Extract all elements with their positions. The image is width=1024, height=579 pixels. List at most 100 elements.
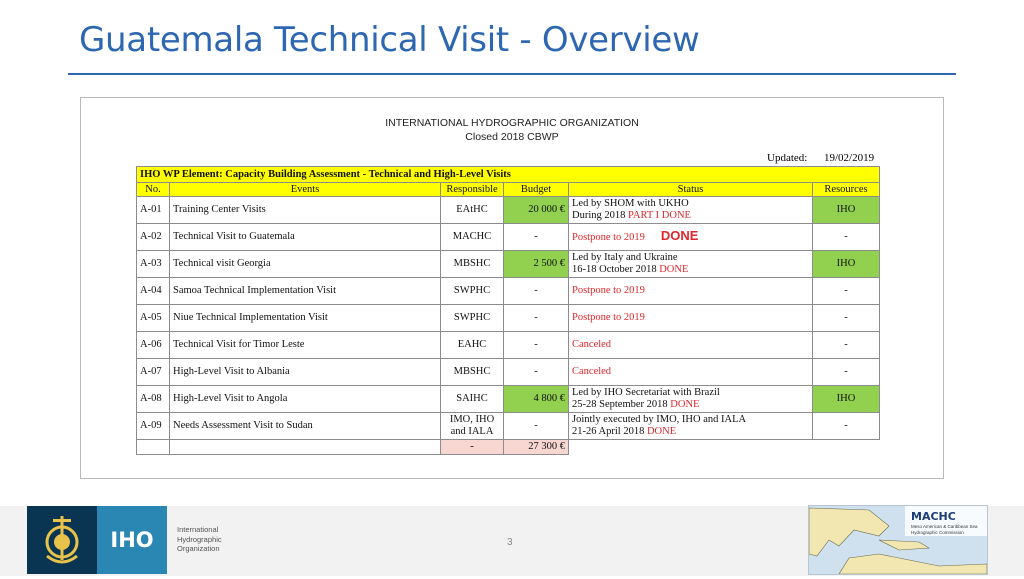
row-responsible: IMO, IHO and IALA [440,412,504,440]
row-no: A-09 [136,412,170,440]
status-text: 16-18 October 2018 [572,264,660,275]
machc-logo: MACHC Meso American & Caribbean Sea Hydr… [808,505,988,575]
iho-logo: IHO International Hydrographic Organizat… [27,506,240,574]
row-responsible: MBSHC [440,250,504,278]
responsible-line: and IALA [450,426,494,437]
status-done: DONE [646,426,677,437]
row-budget: - [503,331,569,359]
row-responsible: EAtHC [440,196,504,224]
status-done: DONE [659,264,689,275]
machc-label: MACHC [911,510,956,523]
row-budget: 20 000 € [503,196,569,224]
status-text: Postpone to 2019 [572,232,645,243]
row-event: Training Center Visits [169,196,441,224]
org-name: INTERNATIONAL HYDROGRAPHIC ORGANIZATION [385,117,639,129]
col-budget: Budget [503,182,569,197]
status-done: PART I DONE [628,210,691,221]
row-status: Postpone to 2019 [568,304,813,332]
done-stamp: DONE [660,228,699,243]
row-event: High-Level Visit to Angola [169,385,441,413]
row-resources: - [812,358,880,386]
status-line: 25-28 September 2018 DONE [572,399,809,411]
status-line: Led by Italy and Ukraine [572,252,678,263]
table-row: A-09 Needs Assessment Visit to Sudan IMO… [136,412,880,440]
col-resources: Resources [812,182,880,197]
row-no: A-05 [136,304,170,332]
table-row: A-06 Technical Visit for Timor Leste EAH… [136,331,880,359]
table-title-row: IHO WP Element: Capacity Building Assess… [136,166,880,183]
table-title: IHO WP Element: Capacity Building Assess… [136,166,880,183]
row-responsible: EAHC [440,331,504,359]
row-no: A-07 [136,358,170,386]
total-responsible: - [440,439,504,455]
machc-subtitle: Meso American & Caribbean Sea Hydrograph… [911,524,978,535]
row-event: Technical visit Georgia [169,250,441,278]
row-responsible: SWPHC [440,277,504,305]
row-responsible: SWPHC [440,304,504,332]
row-budget: - [503,277,569,305]
row-budget: - [503,223,569,251]
row-budget: - [503,304,569,332]
row-budget: 2 500 € [503,250,569,278]
row-responsible: SAIHC [440,385,504,413]
iho-emblem-icon [27,506,97,574]
iho-org-text: International Hydrographic Organization [177,525,222,554]
status-line: Jointly executed by IMO, IHO and IALA [572,414,747,425]
row-no: A-08 [136,385,170,413]
row-status: Postpone to 2019 DONE [568,223,813,251]
row-no: A-01 [136,196,170,224]
document-image: INTERNATIONAL HYDROGRAPHIC ORGANIZATION … [80,97,944,479]
slide-title: Guatemala Technical Visit - Overview [79,20,700,60]
row-no: A-04 [136,277,170,305]
status-line: 16-18 October 2018 DONE [572,264,809,276]
row-status: Led by SHOM with UKHO During 2018 PART I… [568,196,813,224]
iho-org-line: International [177,525,219,534]
row-resources: - [812,412,880,440]
page-number: 3 [507,537,513,548]
row-event: High-Level Visit to Albania [169,358,441,386]
status-line: During 2018 PART I DONE [572,210,809,222]
machc-map-icon [809,506,987,574]
row-resources: IHO [812,196,880,224]
document-subtitle: Closed 2018 CBWP [465,131,559,143]
title-underline [68,73,956,75]
updated-date: 19/02/2019 [824,152,875,164]
iho-org-line: Hydrographic [177,534,222,544]
row-budget: - [503,412,569,440]
status-line: Led by IHO Secretariat with Brazil [572,387,720,398]
status-line: Led by SHOM with UKHO [572,198,689,209]
row-no: A-02 [136,223,170,251]
row-event: Technical Visit for Timor Leste [169,331,441,359]
table-row: A-07 High-Level Visit to Albania MBSHC -… [136,358,880,386]
table-row: A-04 Samoa Technical Implementation Visi… [136,277,880,305]
row-event: Technical Visit to Guatemala [169,223,441,251]
row-responsible: MBSHC [440,358,504,386]
row-status: Jointly executed by IMO, IHO and IALA 21… [568,412,813,440]
total-empty [136,439,170,455]
status-done: DONE [670,399,700,410]
row-resources: - [812,331,880,359]
work-program-table: IHO WP Element: Capacity Building Assess… [136,166,880,455]
row-no: A-03 [136,250,170,278]
row-status: Postpone to 2019 [568,277,813,305]
total-row: - 27 300 € [136,439,880,455]
status-text: 21-26 April 2018 [572,426,647,437]
total-budget: 27 300 € [503,439,569,455]
row-event: Samoa Technical Implementation Visit [169,277,441,305]
row-no: A-06 [136,331,170,359]
row-status: Led by IHO Secretariat with Brazil 25-28… [568,385,813,413]
col-events: Events [169,182,441,197]
row-responsible: MACHC [440,223,504,251]
row-status: Canceled [568,331,813,359]
row-status: Canceled [568,358,813,386]
document-header: INTERNATIONAL HYDROGRAPHIC ORGANIZATION … [81,116,943,144]
row-resources: - [812,223,880,251]
responsible-line: IMO, IHO [449,414,495,425]
col-responsible: Responsible [440,182,504,197]
table-row: A-01 Training Center Visits EAtHC 20 000… [136,196,880,224]
column-header-row: No. Events Responsible Budget Status Res… [136,182,880,197]
table-row: A-03 Technical visit Georgia MBSHC 2 500… [136,250,880,278]
iho-org-line: Organization [177,544,220,553]
col-status: Status [568,182,813,197]
row-resources: IHO [812,250,880,278]
